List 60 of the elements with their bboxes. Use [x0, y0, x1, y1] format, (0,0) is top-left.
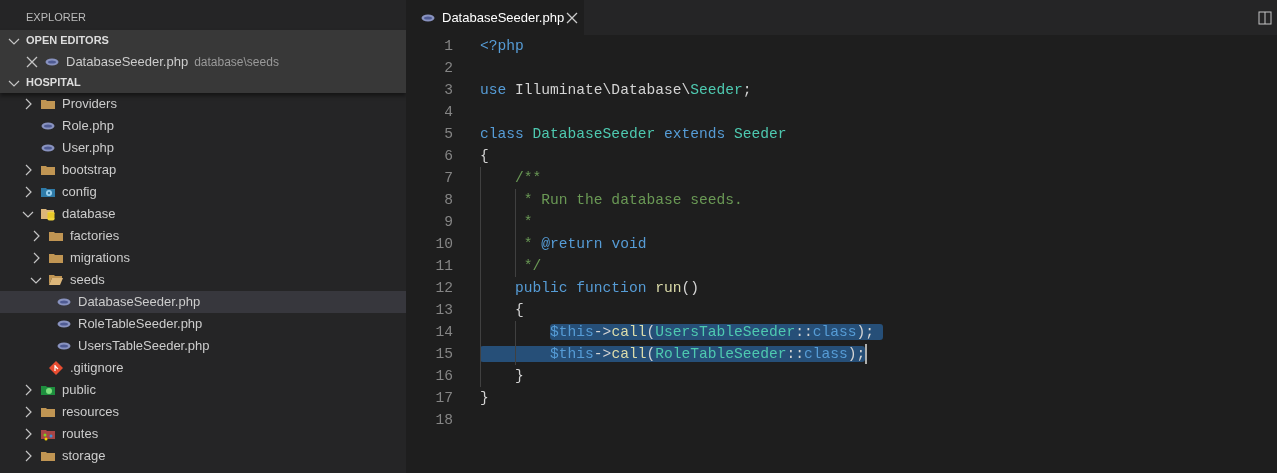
- split-editor-icon[interactable]: [1257, 10, 1273, 26]
- code-line: use Illuminate\Database\Seeder;: [480, 81, 752, 100]
- database-folder-icon: [40, 206, 56, 222]
- folder-item[interactable]: Providers: [0, 93, 406, 115]
- line-number: 7: [443, 169, 454, 188]
- line-number: 17: [434, 389, 454, 408]
- open-editor-item[interactable]: DatabaseSeeder.php database\seeds: [0, 51, 406, 72]
- file-item[interactable]: .gitignore: [0, 357, 406, 379]
- line-number: 12: [434, 279, 454, 298]
- line-number: 18: [434, 411, 454, 430]
- folder-item[interactable]: routes: [0, 423, 406, 445]
- code-line: }: [480, 389, 489, 408]
- line-number: 2: [443, 59, 454, 78]
- folder-item[interactable]: config: [0, 181, 406, 203]
- section-header[interactable]: OPEN EDITORS: [0, 30, 406, 51]
- file-item[interactable]: Role.php: [0, 115, 406, 137]
- line-number: 1: [443, 37, 454, 56]
- file-item[interactable]: User.php: [0, 137, 406, 159]
- editor-tab[interactable]: DatabaseSeeder.php: [406, 0, 584, 35]
- code-line: {: [480, 147, 489, 166]
- line-number: 8: [443, 191, 454, 210]
- text-selection: $this->call(RoleTableSeeder::class);: [480, 346, 866, 362]
- text-selection: $this->call(UsersTableSeeder::class);: [550, 324, 883, 340]
- line-number: 6: [443, 147, 454, 166]
- line-number: 3: [443, 81, 454, 100]
- folder-item[interactable]: database: [0, 203, 406, 225]
- code-line: {: [480, 299, 524, 321]
- folder-item[interactable]: bootstrap: [0, 159, 406, 181]
- diamond-icon: [48, 360, 64, 376]
- code-line: }: [480, 365, 524, 387]
- line-number: 11: [434, 257, 454, 276]
- folder-item[interactable]: public: [0, 379, 406, 401]
- folder-item[interactable]: migrations: [0, 247, 406, 269]
- folder-item[interactable]: seeds: [0, 269, 406, 291]
- line-number: 14: [434, 323, 454, 342]
- open-folder-icon: [48, 272, 64, 288]
- line-number: 4: [443, 103, 454, 122]
- code-line: *: [480, 211, 533, 233]
- file-path: database\seeds: [194, 53, 279, 71]
- line-number: 10: [434, 235, 454, 254]
- code-line: <?php: [480, 37, 524, 56]
- section-header[interactable]: HOSPITAL: [0, 72, 406, 93]
- line-number: 16: [434, 367, 454, 386]
- code-line: public function run(): [480, 277, 699, 299]
- file-item[interactable]: DatabaseSeeder.php: [0, 291, 406, 313]
- folder-item[interactable]: storage: [0, 445, 406, 467]
- file-item[interactable]: RoleTableSeeder.php: [0, 313, 406, 335]
- code-line: /**: [480, 167, 542, 189]
- code-line: class DatabaseSeeder extends Seeder: [480, 125, 787, 144]
- line-number: 15: [434, 345, 454, 364]
- sidebar-title: EXPLORER: [25, 10, 87, 25]
- code-line: * @return void: [480, 233, 647, 255]
- code-line: * Run the database seeds.: [480, 189, 743, 211]
- code-line: */: [480, 255, 542, 277]
- line-number: 13: [434, 301, 454, 320]
- folder-item[interactable]: resources: [0, 401, 406, 423]
- line-number: 5: [443, 125, 454, 144]
- line-number: 9: [443, 213, 454, 232]
- folder-item[interactable]: factories: [0, 225, 406, 247]
- file-item[interactable]: UsersTableSeeder.php: [0, 335, 406, 357]
